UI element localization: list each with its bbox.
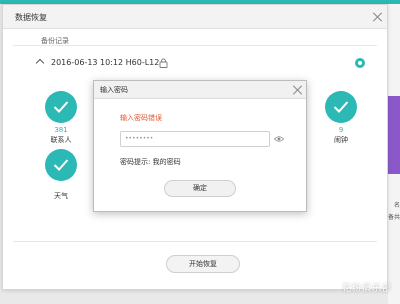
password-dialog: 输入密码 输入密码错误 •••••••• 密码提示: 我的密码 确定 [93, 80, 307, 212]
category-contacts[interactable]: 381 联系人 [41, 91, 81, 145]
check-icon [45, 149, 77, 181]
chevron-up-icon[interactable] [35, 58, 45, 68]
password-hint: 密码提示: 我的密码 [120, 158, 181, 166]
watermark: 花粉俱乐部 [341, 284, 392, 294]
category-name: 天气 [54, 192, 68, 200]
close-icon[interactable] [373, 12, 383, 22]
divider [13, 241, 377, 242]
category-name: 联系人 [50, 136, 72, 144]
backup-record-row[interactable]: 2016-06-13 10:12 H60-L12 [35, 57, 367, 71]
divider [13, 45, 377, 46]
category-count: 9 [338, 126, 344, 134]
background-text: 名 [393, 202, 400, 209]
check-icon [45, 91, 77, 123]
password-input[interactable]: •••••••• [120, 131, 270, 147]
background-purple-card [388, 96, 400, 174]
backup-record-label: 2016-06-13 10:12 H60-L12 [51, 58, 160, 67]
password-error-text: 输入密码错误 [120, 114, 162, 122]
dialog-header: 数据恢复 [3, 5, 387, 29]
modal-header: 输入密码 [94, 81, 306, 99]
record-select-radio[interactable] [355, 58, 365, 68]
start-restore-button[interactable]: 开始恢复 [166, 255, 240, 273]
close-icon[interactable] [293, 85, 303, 95]
eye-icon[interactable] [274, 135, 284, 143]
modal-title: 输入密码 [100, 86, 128, 94]
confirm-button[interactable]: 确定 [164, 180, 236, 197]
background-text: 备共 [387, 214, 400, 221]
check-icon [325, 91, 357, 123]
category-alarm[interactable]: 9 闹钟 [321, 91, 361, 145]
category-weather[interactable]: 天气 [41, 149, 81, 201]
category-name: 闹钟 [334, 136, 348, 144]
dialog-title: 数据恢复 [15, 13, 47, 22]
category-count: 381 [54, 126, 68, 134]
lock-icon [159, 58, 168, 68]
